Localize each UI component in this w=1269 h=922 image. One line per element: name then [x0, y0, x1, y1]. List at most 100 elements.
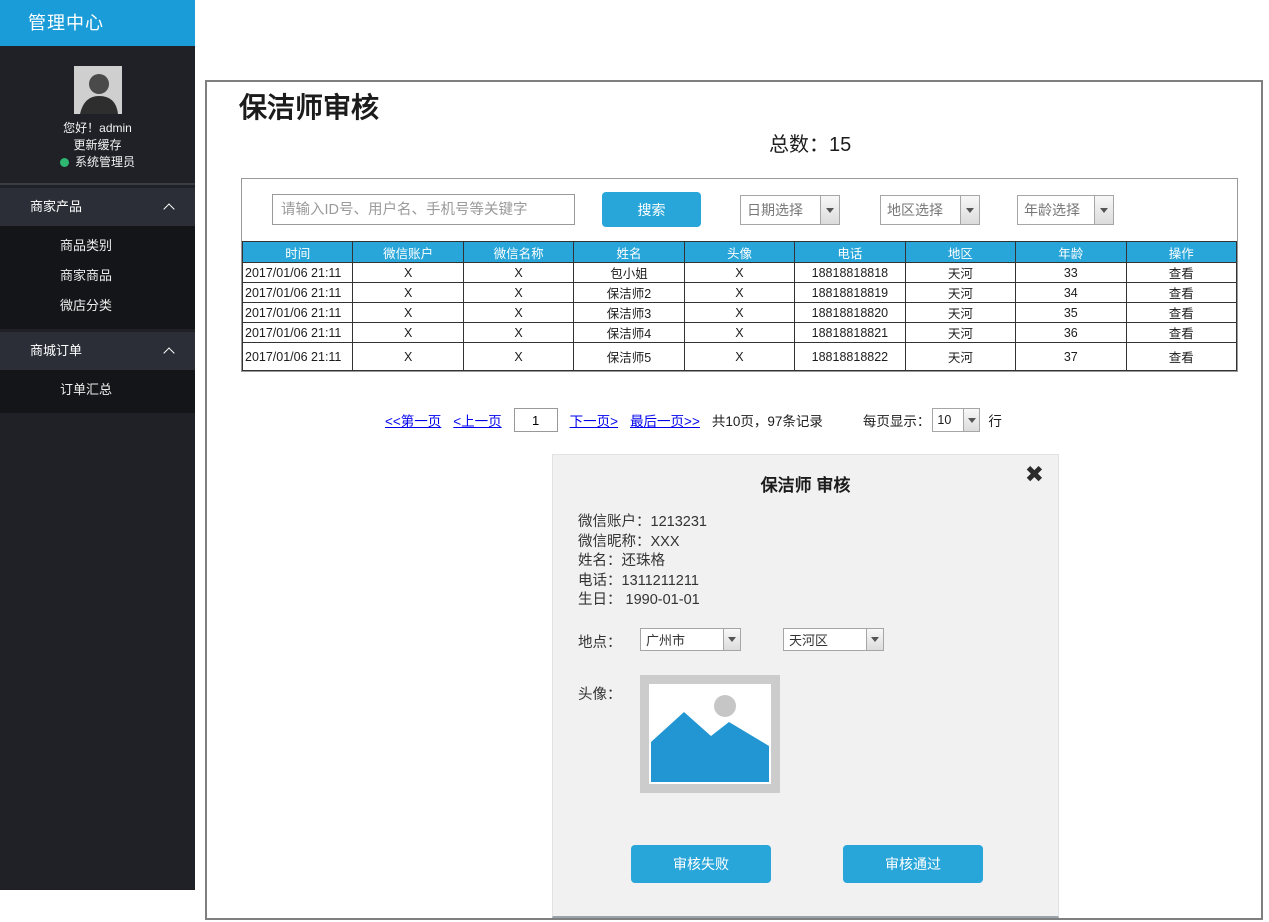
user-block: 您好！admin 更新缓存 系统管理员 [0, 46, 195, 185]
cell-phone: 18818818820 [795, 303, 905, 323]
page-number-input[interactable] [514, 408, 558, 432]
region-filter-select[interactable]: 地区选择 [880, 195, 980, 225]
modal-info: 微信账户：1213231 微信昵称：XXX 姓名：还珠格 电话：13112112… [578, 513, 707, 611]
table-row: 2017/01/06 21:11 X X 保洁师4 X 18818818821 … [243, 323, 1237, 343]
cell-phone: 18818818821 [795, 323, 905, 343]
user-greeting: 您好！admin [0, 120, 195, 137]
cell-phone: 18818818822 [795, 343, 905, 371]
chevron-down-icon [960, 196, 979, 224]
cell-wechat-name: X [463, 323, 573, 343]
records-summary: 共10页，97条记录 [712, 410, 823, 430]
cell-time: 2017/01/06 21:11 [243, 303, 353, 323]
review-table: 时间 微信账户 微信名称 姓名 头像 电话 地区 年龄 操作 2017/01/0… [242, 241, 1237, 371]
cell-wechat-name: X [463, 343, 573, 371]
cell-time: 2017/01/06 21:11 [243, 343, 353, 371]
view-action[interactable]: 查看 [1126, 303, 1237, 323]
cell-age: 33 [1016, 263, 1126, 283]
per-page-label: 每页显示： [863, 410, 931, 430]
col-header-phone: 电话 [795, 242, 905, 263]
cell-phone: 18818818818 [795, 263, 905, 283]
district-select[interactable]: 天河区 [783, 628, 884, 651]
cell-wechat-name: X [463, 303, 573, 323]
chevron-down-icon [963, 409, 979, 431]
cell-avatar: X [684, 263, 794, 283]
col-header-region: 地区 [905, 242, 1015, 263]
chevron-down-icon [820, 196, 839, 224]
sidebar-item-microstore-category[interactable]: 微店分类 [0, 291, 195, 321]
cell-avatar: X [684, 343, 794, 371]
cell-time: 2017/01/06 21:11 [243, 283, 353, 303]
avatar-image-placeholder [640, 675, 780, 793]
cell-wechat-account: X [353, 323, 463, 343]
age-filter-select[interactable]: 年龄选择 [1017, 195, 1114, 225]
phone-line: 电话：1311211211 [578, 572, 707, 592]
avatar-row: 头像： [578, 683, 622, 704]
view-action[interactable]: 查看 [1126, 323, 1237, 343]
total-count: 总数：15 [769, 128, 851, 157]
search-and-table-container: 搜索 日期选择 地区选择 年龄选择 时间 微信 [241, 178, 1238, 372]
col-header-wechat-account: 微信账户 [353, 242, 463, 263]
sidebar-item-merchant-goods[interactable]: 商家商品 [0, 261, 195, 291]
sidebar-item-order-summary[interactable]: 订单汇总 [0, 375, 195, 405]
wechat-account-line: 微信账户：1213231 [578, 513, 707, 533]
update-cache-link[interactable]: 更新缓存 [0, 137, 195, 154]
sidebar: 您好！admin 更新缓存 系统管理员 商家产品 商品类别 商家商品 微店分类 … [0, 46, 195, 890]
table-row: 2017/01/06 21:11 X X 保洁师5 X 18818818822 … [243, 343, 1237, 371]
date-filter-select[interactable]: 日期选择 [740, 195, 840, 225]
per-page-select[interactable]: 10 [932, 408, 980, 432]
first-page-link[interactable]: <<第一页 [385, 410, 441, 430]
review-pass-button[interactable]: 审核通过 [843, 845, 983, 883]
chevron-down-icon [723, 629, 740, 650]
admin-page: 管理中心 您好！admin 更新缓存 系统管理员 商家产品 商品类别 商 [0, 0, 1269, 922]
sidebar-item-product-category[interactable]: 商品类别 [0, 231, 195, 261]
pagination: <<第一页 <上一页 下一页> 最后一页>> 共10页，97条记录 每页显示： … [385, 408, 1002, 432]
last-page-link[interactable]: 最后一页>> [630, 410, 700, 430]
col-header-age: 年龄 [1016, 242, 1126, 263]
search-input[interactable] [272, 194, 575, 225]
main-panel: 保洁师审核 总数：15 搜索 日期选择 地区选择 年龄选择 [205, 80, 1263, 920]
cell-name: 保洁师3 [574, 303, 684, 323]
cell-region: 天河 [905, 343, 1015, 371]
cell-name: 保洁师4 [574, 323, 684, 343]
modal-title: 保洁师 审核 [553, 471, 1058, 496]
avatar-label: 头像： [578, 687, 622, 703]
prev-page-link[interactable]: <上一页 [453, 410, 501, 430]
cell-name: 保洁师2 [574, 283, 684, 303]
table-row: 2017/01/06 21:11 X X 保洁师3 X 18818818820 … [243, 303, 1237, 323]
city-select[interactable]: 广州市 [640, 628, 741, 651]
wechat-nickname-line: 微信昵称：XXX [578, 533, 707, 553]
view-action[interactable]: 查看 [1126, 343, 1237, 371]
table-row: 2017/01/06 21:11 X X 包小姐 X 18818818818 天… [243, 263, 1237, 283]
cell-region: 天河 [905, 263, 1015, 283]
next-page-link[interactable]: 下一页> [570, 410, 618, 430]
search-button[interactable]: 搜索 [602, 192, 701, 227]
col-header-wechat-name: 微信名称 [463, 242, 573, 263]
location-label: 地点： [578, 635, 622, 651]
name-line: 姓名：还珠格 [578, 552, 707, 572]
submenu-orders: 订单汇总 [0, 370, 195, 413]
sidebar-item-mall-orders[interactable]: 商城订单 [0, 332, 195, 370]
view-action[interactable]: 查看 [1126, 283, 1237, 303]
close-icon[interactable]: ✖ [1025, 463, 1044, 486]
cell-avatar: X [684, 303, 794, 323]
cell-age: 35 [1016, 303, 1126, 323]
chevron-down-icon [1094, 196, 1113, 224]
page-title: 保洁师审核 [239, 86, 379, 126]
cell-age: 37 [1016, 343, 1126, 371]
view-action[interactable]: 查看 [1126, 263, 1237, 283]
table-row: 2017/01/06 21:11 X X 保洁师2 X 18818818819 … [243, 283, 1237, 303]
cell-time: 2017/01/06 21:11 [243, 263, 353, 283]
cell-region: 天河 [905, 303, 1015, 323]
cell-wechat-name: X [463, 283, 573, 303]
cell-name: 包小姐 [574, 263, 684, 283]
col-header-action: 操作 [1126, 242, 1237, 263]
sidebar-item-merchant-products[interactable]: 商家产品 [0, 188, 195, 226]
cell-wechat-account: X [353, 283, 463, 303]
rows-unit-label: 行 [988, 410, 1002, 430]
review-fail-button[interactable]: 审核失败 [631, 845, 771, 883]
cell-phone: 18818818819 [795, 283, 905, 303]
cell-name: 保洁师5 [574, 343, 684, 371]
status-dot-icon [60, 158, 69, 167]
birthday-line: 生日： 1990-01-01 [578, 591, 707, 611]
cell-wechat-name: X [463, 263, 573, 283]
